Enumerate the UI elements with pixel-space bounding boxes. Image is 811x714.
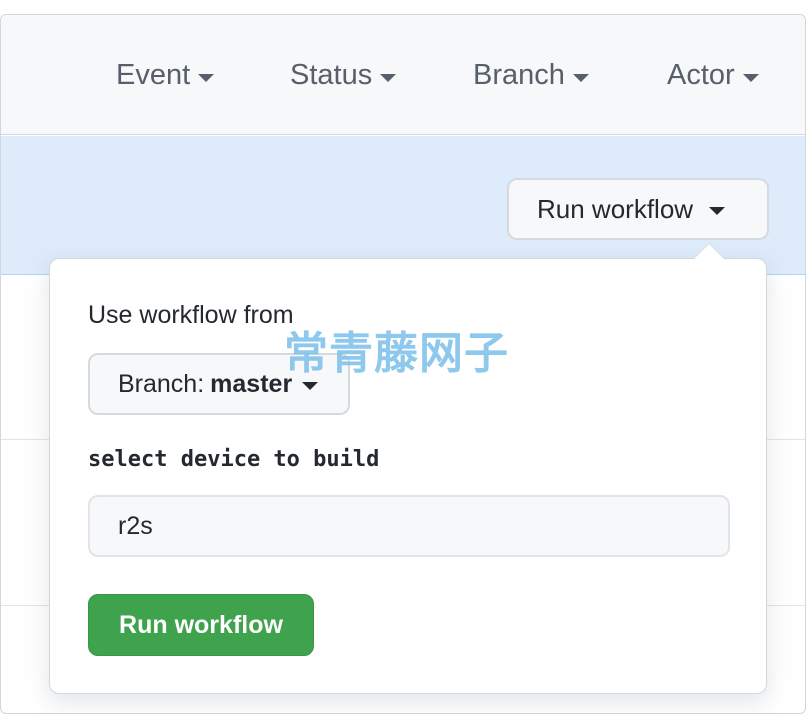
- filter-actor-label: Actor: [667, 59, 735, 91]
- chevron-down-icon: [709, 207, 726, 215]
- filter-branch[interactable]: Branch: [473, 59, 589, 92]
- filter-status[interactable]: Status: [290, 59, 397, 92]
- chevron-down-icon: [302, 382, 319, 390]
- filter-event-label: Event: [116, 59, 191, 91]
- device-input-label: select device to build: [88, 447, 380, 472]
- run-workflow-submit-button[interactable]: Run workflow: [88, 594, 314, 656]
- branch-name: master: [210, 369, 293, 398]
- run-workflow-popover: Use workflow from Branch: master select …: [49, 258, 767, 694]
- use-workflow-from-label: Use workflow from: [88, 301, 294, 329]
- filter-branch-label: Branch: [473, 59, 565, 91]
- branch-select-button[interactable]: Branch: master: [88, 353, 350, 415]
- workflow-dispatch-banner: Run workflow: [1, 136, 805, 275]
- chevron-down-icon: [198, 73, 215, 82]
- chevron-down-icon: [380, 73, 397, 82]
- branch-prefix: Branch:: [118, 369, 205, 398]
- filter-bar: Event Status Branch Actor: [1, 15, 805, 135]
- popover-arrow: [694, 244, 724, 259]
- chevron-down-icon: [572, 73, 589, 82]
- filter-actor[interactable]: Actor: [667, 59, 759, 92]
- filter-event[interactable]: Event: [116, 59, 215, 92]
- filter-status-label: Status: [290, 59, 373, 91]
- chevron-down-icon: [742, 73, 759, 82]
- run-workflow-dropdown-button[interactable]: Run workflow: [507, 178, 769, 240]
- run-workflow-dropdown-label: Run workflow: [537, 193, 694, 224]
- device-input[interactable]: [88, 495, 730, 557]
